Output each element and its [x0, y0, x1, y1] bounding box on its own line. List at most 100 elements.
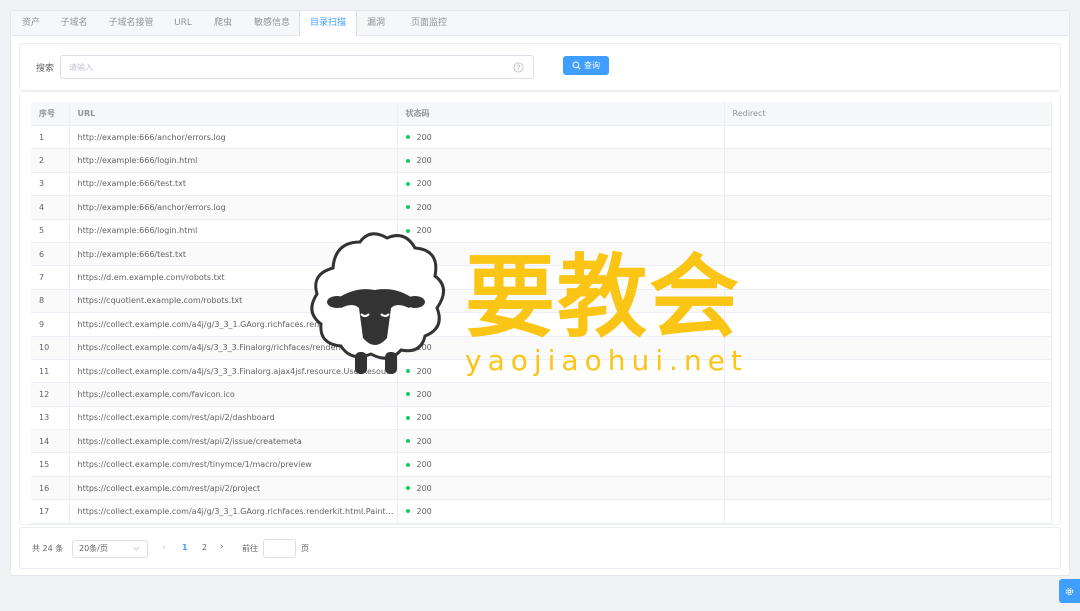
cell-index-text: 2 — [39, 156, 45, 166]
cell-index-text: 10 — [39, 343, 50, 353]
cell-url-text: http://example:666/anchor/errors.log — [77, 202, 226, 212]
results-table-panel: 序号 URL 状态码 Redirect 1 http://example:666/… — [19, 91, 1061, 525]
tab-subdomain-takeover[interactable]: 子域名接管 — [97, 11, 165, 35]
cell-status-text: 200 — [416, 296, 432, 306]
tab-assets[interactable]: 资产 — [11, 11, 51, 35]
cell-status-text: 200 — [416, 389, 432, 399]
cell-index-text: 4 — [39, 202, 45, 212]
cell-url: http://example:666/anchor/errors.log — [69, 195, 398, 220]
cell-url: http://example:666/anchor/errors.log — [69, 125, 398, 150]
cell-url-text: https://collect.example.com/rest/api/2/d… — [77, 413, 275, 423]
tab-page-monitor[interactable]: 页面监控 — [397, 11, 461, 35]
status-dot-icon — [405, 415, 410, 420]
cell-url-text: https://collect.example.com/favicon.ico — [77, 389, 235, 399]
cell-url: https://collect.example.com/a4j/g/3_3_1.… — [69, 499, 398, 524]
table-row[interactable]: 11 https://collect.example.com/a4j/s/3_3_… — [31, 359, 1052, 384]
table-row[interactable]: 2 http://example:666/login.html 200 — [31, 148, 1052, 173]
main-panel: 资产 子域名 子域名接管 URL 爬虫 敏感信息 目录扫描 漏洞 页面监控 搜索… — [10, 10, 1070, 576]
status-dot-icon — [405, 322, 410, 327]
tab-url[interactable]: URL — [165, 11, 201, 35]
page-number-2[interactable]: 2 — [202, 543, 207, 552]
table-row[interactable]: 16 https://collect.example.com/rest/api/2… — [31, 476, 1052, 501]
table-row[interactable]: 14 https://collect.example.com/rest/api/2… — [31, 429, 1052, 454]
cell-index: 4 — [31, 195, 70, 220]
cell-redirect — [724, 336, 1052, 360]
table-row[interactable]: 15 https://collect.example.com/rest/tinym… — [31, 452, 1052, 477]
column-header-url[interactable]: URL — [69, 102, 398, 126]
page-size-value: 20条/页 — [79, 544, 108, 553]
cell-index: 9 — [31, 312, 70, 337]
table-row[interactable]: 9 https://collect.example.com/a4j/g/3_3_1… — [31, 312, 1052, 337]
search-field[interactable] — [60, 55, 534, 79]
cell-url-text: https://d.em.example.com/robots.txt — [77, 273, 225, 283]
cell-index: 10 — [31, 336, 70, 360]
column-header-index[interactable]: 序号 — [31, 102, 70, 126]
cell-url: https://collect.example.com/rest/tinymce… — [69, 452, 398, 477]
cell-redirect — [724, 195, 1052, 220]
cell-status: 200 — [397, 195, 725, 220]
cell-status-text: 200 — [416, 202, 432, 212]
table-row[interactable]: 8 https://cquotient.example.com/robots.tx… — [31, 289, 1052, 314]
cell-redirect — [724, 382, 1052, 407]
page-size-select[interactable]: 20条/页 — [72, 540, 148, 558]
table-row[interactable]: 13 https://collect.example.com/rest/api/2… — [31, 406, 1052, 431]
status-dot-icon — [405, 345, 410, 350]
help-icon[interactable] — [513, 62, 524, 73]
cell-index-text: 1 — [39, 132, 45, 142]
cell-redirect — [724, 476, 1052, 501]
cell-index: 13 — [31, 406, 70, 431]
cell-redirect — [724, 219, 1052, 243]
table-row[interactable]: 6 http://example:666/test.txt 200 — [31, 242, 1052, 267]
table-row[interactable]: 5 http://example:666/login.html 200 — [31, 219, 1052, 243]
status-dot-icon — [405, 462, 410, 467]
tab-subdomain[interactable]: 子域名 — [51, 11, 97, 35]
page-jump-input[interactable] — [263, 539, 296, 558]
page-number-1[interactable]: 1 — [182, 543, 188, 552]
cell-status: 200 — [397, 172, 725, 197]
cell-url: https://collect.example.com/favicon.ico — [69, 382, 398, 407]
cell-redirect — [724, 265, 1052, 290]
cell-status: 200 — [397, 289, 725, 314]
settings-button[interactable] — [1059, 579, 1080, 603]
cell-url: https://d.em.example.com/robots.txt — [69, 265, 398, 290]
cell-url-text: https://collect.example.com/a4j/g/3_3_1.… — [77, 319, 394, 329]
pagination-total: 共 24 条 — [32, 544, 64, 553]
cell-status-text: 200 — [416, 249, 432, 259]
tab-sensitive-info[interactable]: 敏感信息 — [245, 11, 299, 35]
cell-status-text: 200 — [416, 319, 432, 329]
table-row[interactable]: 7 https://d.em.example.com/robots.txt 200 — [31, 265, 1052, 290]
cell-index: 17 — [31, 499, 70, 524]
cell-url-text: https://collect.example.com/rest/api/2/i… — [77, 436, 302, 446]
tab-dir-scan[interactable]: 目录扫描 — [299, 11, 357, 36]
cell-status: 200 — [397, 452, 725, 477]
search-icon — [572, 61, 581, 70]
cell-redirect — [724, 172, 1052, 197]
cell-url: https://cquotient.example.com/robots.txt — [69, 289, 398, 314]
prev-page-button[interactable]: ‹ — [162, 543, 170, 553]
table-row[interactable]: 10 https://collect.example.com/a4j/s/3_3_… — [31, 336, 1052, 360]
status-dot-icon — [405, 298, 410, 303]
column-header-redirect[interactable]: Redirect — [724, 102, 1052, 126]
table-row[interactable]: 4 http://example:666/anchor/errors.log 200 — [31, 195, 1052, 220]
search-input[interactable] — [69, 59, 499, 75]
chevron-down-icon — [133, 546, 140, 551]
cell-url: https://collect.example.com/rest/api/2/d… — [69, 406, 398, 431]
cell-url: http://example:666/test.txt — [69, 172, 398, 197]
cell-url-text: http://example:666/test.txt — [77, 249, 187, 259]
table-row[interactable]: 3 http://example:666/test.txt 200 — [31, 172, 1052, 197]
tab-crawler[interactable]: 爬虫 — [201, 11, 245, 35]
next-page-button[interactable]: › — [220, 542, 224, 552]
gear-icon — [1065, 587, 1074, 595]
query-button[interactable]: 查询 — [563, 56, 609, 75]
column-header-status[interactable]: 状态码 — [397, 102, 725, 126]
table-header-row: 序号 URL 状态码 Redirect — [31, 102, 1052, 126]
table-row[interactable]: 17 https://collect.example.com/a4j/g/3_3_… — [31, 499, 1052, 524]
cell-redirect — [724, 429, 1052, 454]
table-row[interactable]: 12 https://collect.example.com/favicon.ic… — [31, 382, 1052, 407]
cell-index: 7 — [31, 265, 70, 290]
cell-status-text: 200 — [416, 506, 432, 516]
status-dot-icon — [405, 205, 410, 210]
table-row[interactable]: 1 http://example:666/anchor/errors.log 200 — [31, 125, 1052, 150]
status-dot-icon — [405, 158, 410, 163]
tab-vulnerability[interactable]: 漏洞 — [355, 11, 397, 35]
